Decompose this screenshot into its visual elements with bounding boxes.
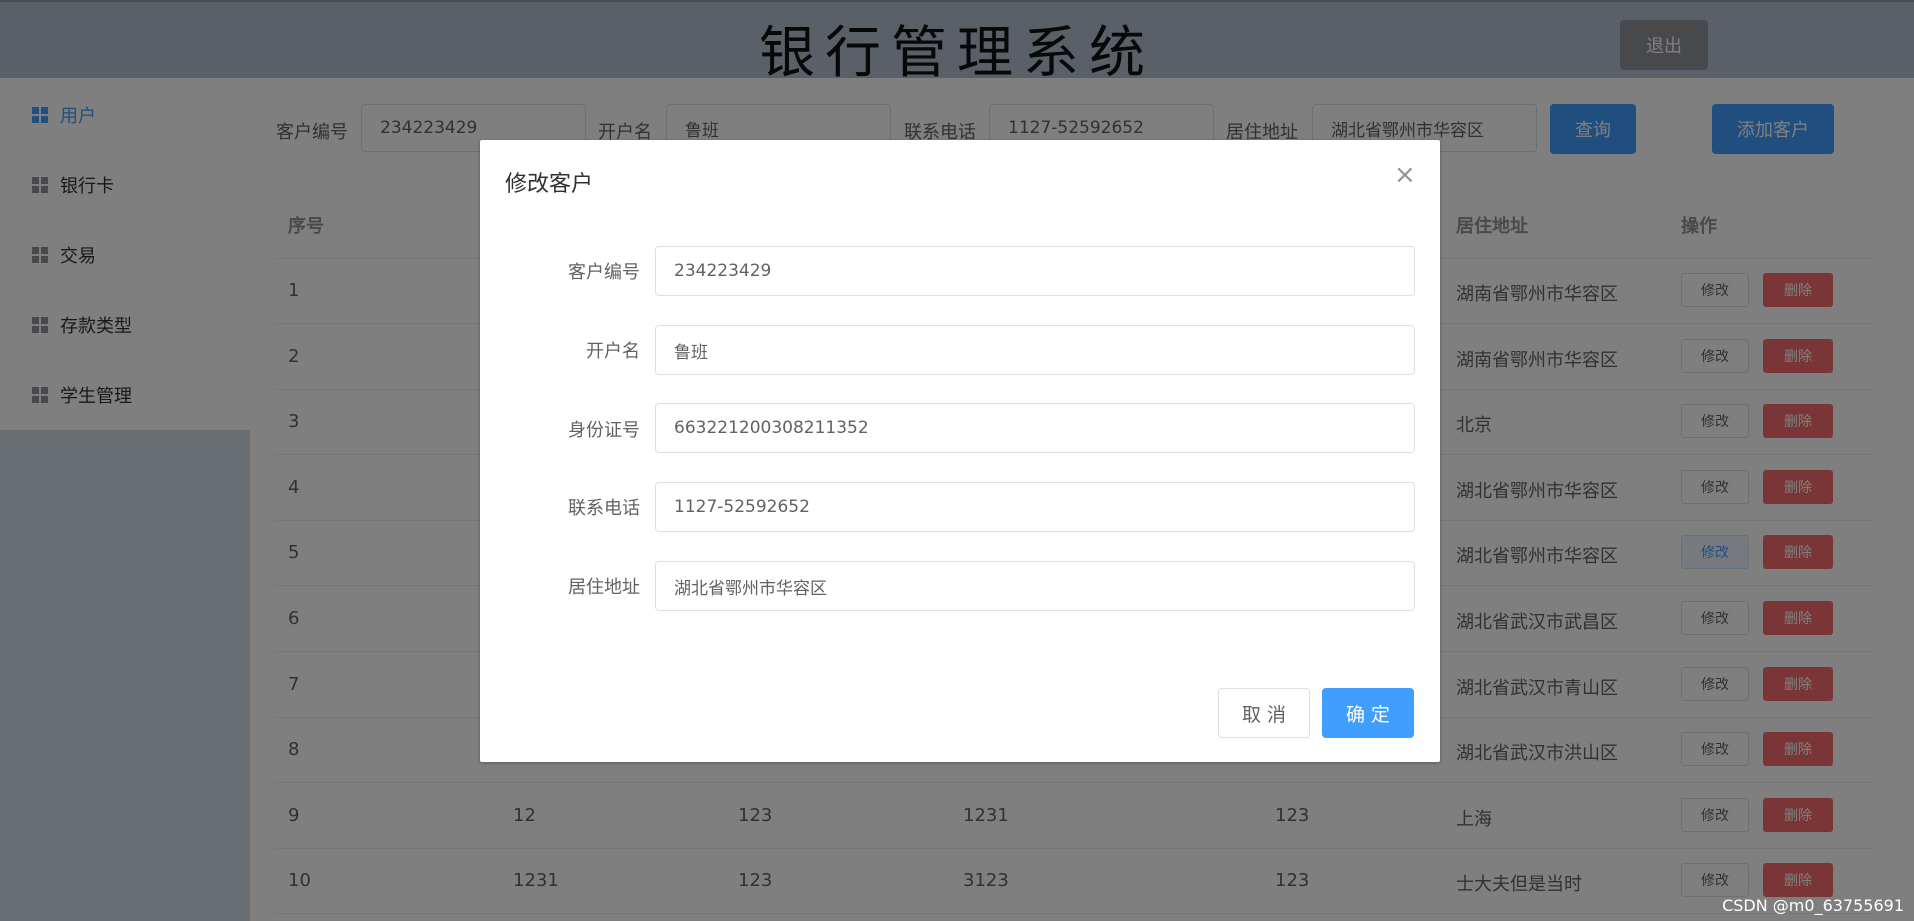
customer-id-input[interactable] [655, 246, 1415, 296]
edit-customer-dialog: 修改客户 × 客户编号 开户名 身份证号 联系电话 居住地址 取 消 确 定 [480, 140, 1440, 762]
id-number-input[interactable] [655, 403, 1415, 453]
field-label-customer-id: 客户编号 [568, 262, 640, 283]
field-label-address: 居住地址 [568, 577, 640, 598]
phone-input[interactable] [655, 482, 1415, 532]
close-icon[interactable]: × [1394, 160, 1416, 190]
field-label-id-number: 身份证号 [568, 420, 640, 441]
confirm-button[interactable]: 确 定 [1322, 688, 1414, 738]
account-name-input[interactable] [655, 325, 1415, 375]
cancel-button[interactable]: 取 消 [1218, 688, 1310, 738]
watermark: CSDN @m0_63755691 [1722, 896, 1904, 915]
dialog-title: 修改客户 [505, 172, 594, 197]
field-label-name: 开户名 [586, 341, 640, 362]
address-input[interactable] [655, 561, 1415, 611]
field-label-phone: 联系电话 [568, 498, 640, 519]
